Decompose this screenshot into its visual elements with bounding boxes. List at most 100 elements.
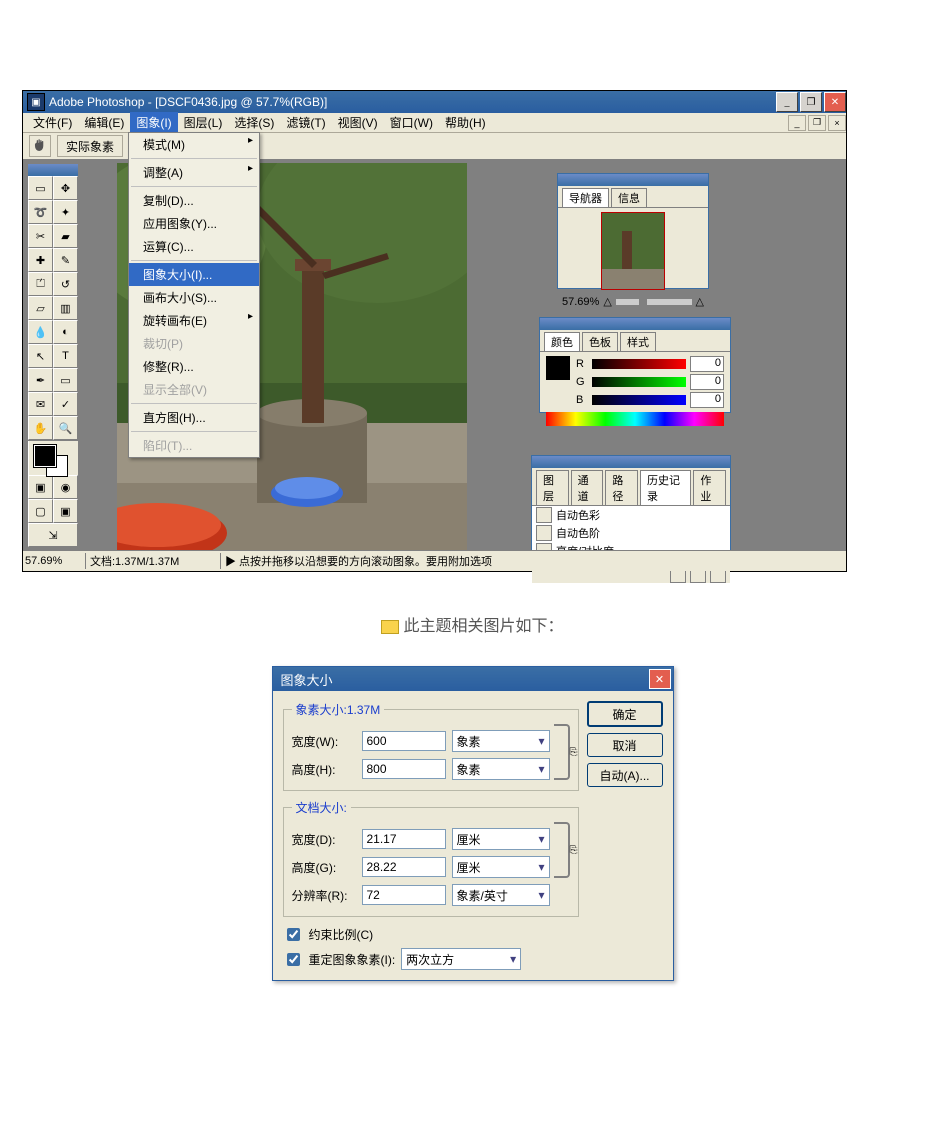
g-input[interactable]: 0	[690, 374, 724, 390]
menu-file[interactable]: 文件(F)	[27, 112, 78, 133]
auto-button[interactable]: 自动(A)...	[587, 763, 663, 787]
path-tool-icon[interactable]: ↖	[28, 344, 53, 368]
actual-pixels-button[interactable]: 实际象素	[57, 135, 123, 157]
tab-paths[interactable]: 路径	[605, 470, 638, 505]
menu-calculations[interactable]: 运算(C)...	[129, 235, 259, 258]
width-cm-unit-select[interactable]: 厘米	[452, 828, 550, 850]
wand-tool-icon[interactable]: ✦	[53, 200, 78, 224]
toolbox-grip[interactable]	[28, 164, 78, 176]
foreground-color-swatch[interactable]	[34, 445, 56, 467]
width-cm-input[interactable]	[362, 829, 446, 849]
navigator-thumbnail[interactable]	[601, 212, 665, 290]
height-cm-input[interactable]	[362, 857, 446, 877]
resolution-input[interactable]	[362, 885, 446, 905]
color-ramp[interactable]	[546, 412, 724, 426]
constrain-proportions-checkbox[interactable]	[287, 928, 300, 941]
dialog-close-button[interactable]: ✕	[649, 669, 671, 689]
history-row[interactable]: 自动色彩	[532, 506, 730, 524]
eraser-tool-icon[interactable]: ▱	[28, 296, 53, 320]
height-cm-unit-select[interactable]: 厘米	[452, 856, 550, 878]
pen-tool-icon[interactable]: ✒	[28, 368, 53, 392]
zoom-slider[interactable]	[616, 299, 692, 305]
menu-mode[interactable]: 模式(M)	[129, 133, 259, 156]
screen-mode-2-icon[interactable]: ▣	[53, 499, 78, 523]
tab-layers[interactable]: 图层	[536, 470, 569, 505]
tab-info[interactable]: 信息	[611, 188, 647, 207]
lasso-tool-icon[interactable]: ➰	[28, 200, 53, 224]
history-row[interactable]: 自动色阶	[532, 524, 730, 542]
tab-swatches[interactable]: 色板	[582, 332, 618, 351]
width-px-unit-select[interactable]: 象素	[452, 730, 550, 752]
tab-actions[interactable]: 作业	[693, 470, 726, 505]
new-snapshot-icon[interactable]	[670, 569, 686, 583]
menu-apply-image[interactable]: 应用图象(Y)...	[129, 212, 259, 235]
brush-tool-icon[interactable]: ✎	[53, 248, 78, 272]
menu-window[interactable]: 窗口(W)	[384, 112, 439, 133]
trash-icon[interactable]	[710, 569, 726, 583]
hand-nav-tool-icon[interactable]: ✋	[28, 416, 53, 440]
menu-rotate-canvas[interactable]: 旋转画布(E)	[129, 309, 259, 332]
menu-select[interactable]: 选择(S)	[228, 112, 280, 133]
stamp-tool-icon[interactable]: ⏍	[28, 272, 53, 296]
menu-trim[interactable]: 修整(R)...	[129, 355, 259, 378]
standard-mode-icon[interactable]: ▣	[28, 475, 53, 499]
history-brush-tool-icon[interactable]: ↺	[53, 272, 78, 296]
b-input[interactable]: 0	[690, 392, 724, 408]
menu-filter[interactable]: 滤镜(T)	[280, 112, 331, 133]
menu-layer[interactable]: 图层(L)	[178, 112, 229, 133]
new-doc-icon[interactable]	[690, 569, 706, 583]
menu-canvas-size[interactable]: 画布大小(S)...	[129, 286, 259, 309]
marquee-tool-icon[interactable]: ▭	[28, 176, 53, 200]
menu-image-size[interactable]: 图象大小(I)...	[129, 263, 259, 286]
tab-channels[interactable]: 通道	[571, 470, 604, 505]
zoom-out-icon[interactable]: △	[603, 295, 611, 308]
r-slider[interactable]	[592, 359, 686, 369]
doc-restore-button[interactable]: ❐	[808, 115, 826, 131]
tab-styles[interactable]: 样式	[620, 332, 656, 351]
quickmask-mode-icon[interactable]: ◉	[53, 475, 78, 499]
resample-checkbox[interactable]	[287, 953, 300, 966]
tab-history[interactable]: 历史记录	[640, 470, 691, 505]
resample-method-select[interactable]: 两次立方	[401, 948, 521, 970]
width-px-input[interactable]	[362, 731, 446, 751]
maximize-button[interactable]: ❐	[800, 92, 822, 112]
panel-grip[interactable]	[532, 456, 730, 468]
color-swatch[interactable]	[546, 356, 570, 380]
panel-grip[interactable]	[540, 318, 730, 330]
b-slider[interactable]	[592, 395, 686, 405]
notes-tool-icon[interactable]: ✉	[28, 392, 53, 416]
color-swatches[interactable]	[28, 440, 78, 475]
r-input[interactable]: 0	[690, 356, 724, 372]
shape-tool-icon[interactable]: ▭	[53, 368, 78, 392]
g-slider[interactable]	[592, 377, 686, 387]
tab-color[interactable]: 颜色	[544, 332, 580, 351]
gradient-tool-icon[interactable]: ▥	[53, 296, 78, 320]
zoom-in-icon[interactable]: △	[696, 295, 704, 308]
menu-duplicate[interactable]: 复制(D)...	[129, 189, 259, 212]
move-tool-icon[interactable]: ✥	[53, 176, 78, 200]
doc-close-button[interactable]: ×	[828, 115, 846, 131]
close-button[interactable]: ✕	[824, 92, 846, 112]
cancel-button[interactable]: 取消	[587, 733, 663, 757]
hand-tool-icon[interactable]	[29, 135, 51, 157]
menu-edit[interactable]: 编辑(E)	[78, 112, 130, 133]
menu-view[interactable]: 视图(V)	[332, 112, 384, 133]
resolution-unit-select[interactable]: 象素/英寸	[452, 884, 550, 906]
menu-histogram[interactable]: 直方图(H)...	[129, 406, 259, 429]
zoom-tool-icon[interactable]: 🔍	[53, 416, 78, 440]
menu-image[interactable]: 图象(I)	[130, 112, 177, 133]
status-zoom[interactable]: 57.69%	[23, 555, 85, 567]
dodge-tool-icon[interactable]: ◐	[53, 320, 78, 344]
minimize-button[interactable]: _	[776, 92, 798, 112]
screen-mode-1-icon[interactable]: ▢	[28, 499, 53, 523]
type-tool-icon[interactable]: T	[53, 344, 78, 368]
doc-minimize-button[interactable]: _	[788, 115, 806, 131]
height-px-input[interactable]	[362, 759, 446, 779]
jump-to-icon[interactable]: ⇲	[28, 523, 78, 547]
menu-adjust[interactable]: 调整(A)	[129, 161, 259, 184]
menu-help[interactable]: 帮助(H)	[439, 112, 492, 133]
blur-tool-icon[interactable]: 💧	[28, 320, 53, 344]
heal-tool-icon[interactable]: ✚	[28, 248, 53, 272]
slice-tool-icon[interactable]: ▰	[53, 224, 78, 248]
panel-grip[interactable]	[558, 174, 708, 186]
